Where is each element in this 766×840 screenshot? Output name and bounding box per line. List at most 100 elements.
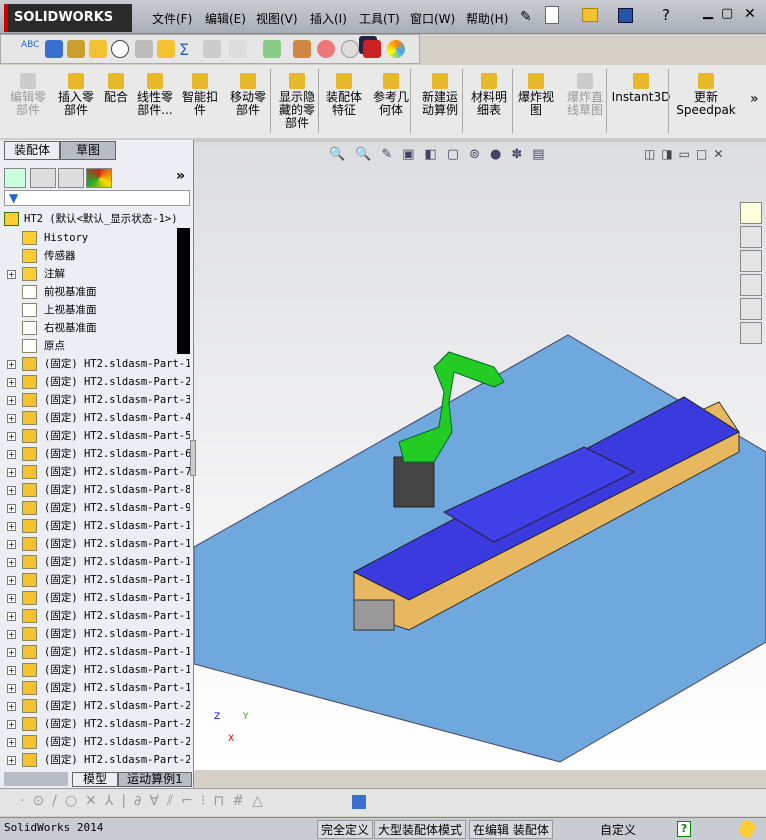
- expand-toggle[interactable]: +: [7, 504, 16, 513]
- tree-part[interactable]: + (固定) HT2.sldasm-Part-2: [0, 373, 190, 391]
- expand-toggle[interactable]: +: [7, 558, 16, 567]
- more-commands-chevron-icon[interactable]: »: [750, 91, 759, 107]
- save-icon[interactable]: [618, 8, 633, 23]
- graphics-area[interactable]: 🔍🔍✎▣◧▢⊚●✽▤ ◫◨▭□✕ Z Y X: [194, 142, 766, 770]
- tree-part[interactable]: + (固定) HT2.sldasm-Part-16: [0, 625, 190, 643]
- mass-properties-icon[interactable]: [67, 40, 85, 58]
- clearance-icon[interactable]: [229, 40, 247, 58]
- measure-icon[interactable]: [45, 40, 63, 58]
- check-circle-icon[interactable]: [341, 40, 359, 58]
- tag-icon[interactable]: [736, 818, 758, 840]
- property-manager-tab-icon[interactable]: [30, 168, 56, 188]
- tree-part[interactable]: + (固定) HT2.sldasm-Part-22: [0, 733, 190, 751]
- check-box-icon[interactable]: [157, 40, 175, 58]
- file-explorer-icon[interactable]: [740, 250, 762, 272]
- command-5[interactable]: 移动零 部件: [222, 73, 274, 117]
- expand-toggle[interactable]: +: [7, 738, 16, 747]
- expand-toggle[interactable]: +: [7, 720, 16, 729]
- expand-toggle[interactable]: +: [7, 612, 16, 621]
- tab-assembly[interactable]: 装配体: [4, 141, 60, 160]
- view-palette-icon[interactable]: [740, 274, 762, 296]
- sum-icon[interactable]: Σ: [179, 40, 197, 59]
- help-button[interactable]: ?: [677, 821, 691, 837]
- expand-toggle[interactable]: +: [7, 378, 16, 387]
- expand-toggle[interactable]: +: [7, 684, 16, 693]
- tree-part[interactable]: + (固定) HT2.sldasm-Part-13: [0, 571, 190, 589]
- menu-2[interactable]: 视图(V): [256, 10, 298, 27]
- command-4[interactable]: 智能扣 件: [178, 73, 222, 117]
- expand-toggle[interactable]: +: [7, 486, 16, 495]
- tab-sketch[interactable]: 草图: [60, 141, 116, 160]
- menu-1[interactable]: 编辑(E): [205, 10, 246, 27]
- expand-toggle[interactable]: +: [7, 630, 16, 639]
- open-folder-icon[interactable]: [582, 8, 598, 22]
- custom-properties-icon[interactable]: [740, 322, 762, 344]
- tree-part[interactable]: + (固定) HT2.sldasm-Part-4: [0, 409, 190, 427]
- menu-6[interactable]: 帮助(H): [466, 10, 508, 27]
- tree-feature[interactable]: 上视基准面: [0, 301, 190, 319]
- expand-toggle[interactable]: +: [7, 468, 16, 477]
- tree-part[interactable]: + (固定) HT2.sldasm-Part-17: [0, 643, 190, 661]
- home-icon[interactable]: [740, 202, 762, 224]
- check-icon[interactable]: [135, 40, 153, 58]
- command-6[interactable]: 显示隐 藏的零 部件: [274, 73, 320, 130]
- tree-part[interactable]: + (固定) HT2.sldasm-Part-6: [0, 445, 190, 463]
- tree-feature[interactable]: 前视基准面: [0, 283, 190, 301]
- tree-feature[interactable]: 传感器: [0, 247, 190, 265]
- tree-feature[interactable]: 原点: [0, 337, 190, 355]
- expand-toggle[interactable]: +: [7, 702, 16, 711]
- interference-icon[interactable]: [203, 40, 221, 58]
- menu-5[interactable]: 窗口(W): [410, 10, 455, 27]
- tree-part[interactable]: + (固定) HT2.sldasm-Part-23: [0, 751, 190, 769]
- tree-part[interactable]: + (固定) HT2.sldasm-Part-9: [0, 499, 190, 517]
- panel-collapse-handle[interactable]: [190, 440, 196, 476]
- command-7[interactable]: 装配体 特征: [320, 73, 368, 117]
- measure-tape-icon[interactable]: [352, 795, 366, 809]
- expand-toggle[interactable]: +: [7, 594, 16, 603]
- expand-toggle[interactable]: +: [7, 432, 16, 441]
- expand-toggle[interactable]: +: [7, 576, 16, 585]
- expand-toggle[interactable]: +: [7, 396, 16, 405]
- display-manager-tab-icon[interactable]: [86, 168, 112, 188]
- menu-4[interactable]: 工具(T): [359, 10, 400, 27]
- expand-toggle[interactable]: +: [7, 666, 16, 675]
- tree-part[interactable]: + (固定) HT2.sldasm-Part-3: [0, 391, 190, 409]
- maximize-button[interactable]: ▢: [721, 6, 733, 21]
- command-10[interactable]: 材料明 细表: [466, 73, 512, 117]
- expand-toggle[interactable]: +: [7, 522, 16, 531]
- tree-part[interactable]: + (固定) HT2.sldasm-Part-11: [0, 535, 190, 553]
- command-2[interactable]: 配合: [100, 73, 132, 104]
- tree-feature[interactable]: + 注解: [0, 265, 190, 283]
- design-library-icon[interactable]: [740, 226, 762, 248]
- command-0[interactable]: 编辑零 部件: [2, 73, 54, 117]
- tab-model[interactable]: 模型: [72, 772, 118, 787]
- filter-input[interactable]: ▼: [4, 190, 190, 206]
- tree-part[interactable]: + (固定) HT2.sldasm-Part-7: [0, 463, 190, 481]
- tree-root[interactable]: HT2 (默认<默认_显示状态-1>): [0, 210, 190, 228]
- pin-icon[interactable]: ✎: [520, 9, 532, 25]
- command-13[interactable]: Instant3D: [610, 73, 672, 104]
- hole-align-icon[interactable]: [293, 40, 311, 58]
- tree-part[interactable]: + (固定) HT2.sldasm-Part-19: [0, 679, 190, 697]
- command-14[interactable]: 更新 Speedpak: [672, 73, 740, 117]
- tree-part[interactable]: + (固定) HT2.sldasm-Part-5: [0, 427, 190, 445]
- table-icon[interactable]: [263, 40, 281, 58]
- expand-toggle[interactable]: +: [7, 450, 16, 459]
- tree-part[interactable]: + (固定) HT2.sldasm-Part-8: [0, 481, 190, 499]
- performance-icon[interactable]: [111, 40, 129, 58]
- view-heads-up-toolbar[interactable]: 🔍🔍✎▣◧▢⊚●✽▤: [329, 147, 629, 163]
- render-icon[interactable]: [387, 40, 405, 58]
- close-button[interactable]: ✕: [744, 6, 756, 22]
- expand-toggle[interactable]: +: [7, 648, 16, 657]
- command-8[interactable]: 参考几 何体: [368, 73, 414, 117]
- expand-toggle[interactable]: +: [7, 540, 16, 549]
- menu-3[interactable]: 插入(I): [310, 10, 347, 27]
- minimize-button[interactable]: ▁: [703, 5, 713, 20]
- tree-part[interactable]: + (固定) HT2.sldasm-Part-18: [0, 661, 190, 679]
- appearance-icon[interactable]: [363, 40, 381, 58]
- tree-part[interactable]: + (固定) HT2.sldasm-Part-14: [0, 589, 190, 607]
- feature-tree-tab-icon[interactable]: [4, 168, 26, 188]
- command-1[interactable]: 插入零 部件: [52, 73, 100, 117]
- tree-feature[interactable]: History: [0, 229, 190, 247]
- zebra-icon[interactable]: [317, 40, 335, 58]
